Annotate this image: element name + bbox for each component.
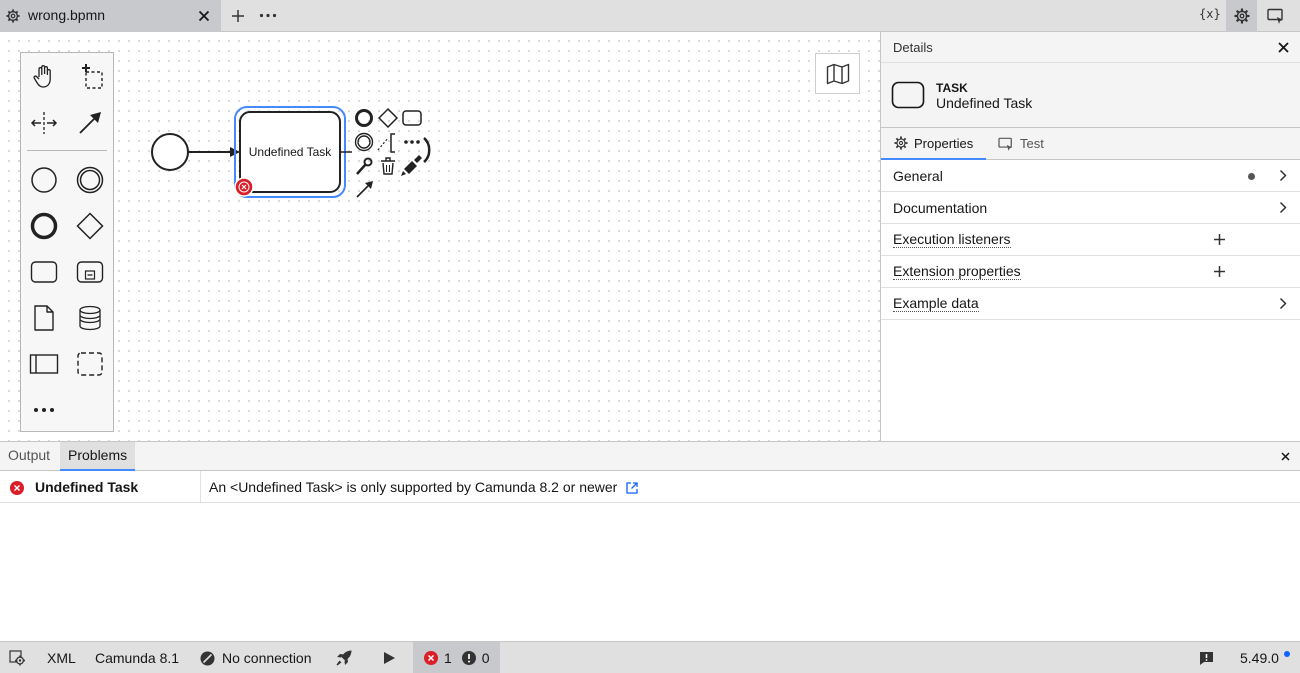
group-execution-listeners-label: Execution listeners: [893, 231, 1011, 248]
warning-icon: [461, 651, 476, 665]
connection-status-label: No connection: [222, 650, 312, 666]
problem-row[interactable]: Undefined Task An <Undefined Task> is on…: [0, 471, 1300, 503]
tab-output[interactable]: Output: [0, 442, 58, 471]
gear-icon: [894, 136, 908, 150]
variables-button[interactable]: {x}: [1199, 7, 1221, 21]
xml-view-button[interactable]: XML: [47, 642, 76, 673]
tab-wrong-bpmn[interactable]: wrong.bpmn: [0, 0, 221, 32]
close-tab-icon[interactable]: [198, 10, 210, 22]
group-documentation[interactable]: Documentation: [881, 192, 1300, 224]
settings-icon: [9, 650, 25, 666]
element-header: TASK Undefined Task: [881, 63, 1300, 128]
append-intermediate-event-icon[interactable]: [354, 132, 374, 152]
bpmn-canvas[interactable]: Undefined Task: [0, 32, 880, 441]
tab-bar: wrong.bpmn {x}: [0, 0, 1300, 32]
properties-panel-button[interactable]: [1226, 0, 1257, 32]
close-details-icon[interactable]: [1278, 42, 1289, 53]
warning-count: 0: [481, 650, 490, 666]
minimap-toggle-button[interactable]: [815, 53, 860, 94]
tab-properties-label: Properties: [914, 135, 974, 151]
group-general[interactable]: General: [881, 160, 1300, 192]
chevron-right-icon: [1279, 201, 1287, 214]
details-header: Details: [881, 32, 1300, 63]
details-title: Details: [893, 40, 933, 55]
external-link-icon[interactable]: [626, 482, 638, 494]
group-documentation-label: Documentation: [893, 200, 988, 216]
group-general-indicator: [1248, 173, 1255, 180]
chevron-right-icon: [1279, 169, 1287, 182]
group-extension-properties[interactable]: Extension properties: [881, 256, 1300, 288]
add-extension-property-icon[interactable]: [1213, 265, 1226, 278]
gear-icon: [1234, 8, 1250, 24]
task-label: Undefined Task: [248, 145, 332, 159]
sequence-flow[interactable]: [188, 147, 240, 157]
problem-message: An <Undefined Task> is only supported by…: [209, 479, 618, 495]
element-name: Undefined Task: [936, 95, 1033, 111]
add-tab-icon[interactable]: [230, 8, 246, 24]
details-panel: Details TASK Undefined Task Properties T…: [880, 32, 1300, 441]
deploy-button[interactable]: [335, 642, 353, 673]
append-gateway-icon[interactable]: [377, 107, 399, 129]
connect-arrow-icon[interactable]: [356, 181, 373, 198]
group-execution-listeners[interactable]: Execution listeners: [881, 224, 1300, 256]
connection-status[interactable]: No connection: [200, 642, 312, 673]
engine-version-button[interactable]: Camunda 8.1: [95, 642, 179, 673]
close-panel-icon[interactable]: [1281, 452, 1290, 461]
add-execution-listener-icon[interactable]: [1213, 233, 1226, 246]
element-type: TASK: [936, 81, 968, 95]
problem-element: Undefined Task: [35, 479, 139, 495]
test-icon: [998, 137, 1013, 151]
color-picker-icon[interactable]: [401, 155, 422, 176]
task-type-icon: [891, 81, 925, 109]
app-version[interactable]: 5.49.0: [1240, 642, 1279, 673]
update-indicator: [1284, 651, 1290, 657]
problem-divider: [200, 471, 201, 503]
error-badge-icon: [234, 177, 254, 197]
settings-button[interactable]: [9, 642, 26, 673]
panel-tabs: Properties Test: [881, 128, 1300, 160]
delete-icon[interactable]: [381, 157, 395, 175]
curly-bracket-icon: [423, 137, 431, 163]
error-count: 1: [444, 650, 452, 666]
bpmn-file-icon: [6, 9, 20, 23]
change-type-wrench-icon[interactable]: [356, 157, 373, 175]
text-annotation-icon[interactable]: [377, 133, 395, 153]
error-icon: [424, 651, 438, 665]
start-event[interactable]: [151, 133, 189, 171]
tab-properties[interactable]: Properties: [881, 128, 986, 160]
no-connection-icon: [200, 651, 215, 665]
map-icon: [826, 63, 849, 84]
tab-test-label: Test: [1020, 136, 1044, 151]
status-bar: XML Camunda 8.1 No connection 1 0 5.49.0: [0, 641, 1300, 673]
start-instance-button[interactable]: [382, 642, 396, 673]
group-general-label: General: [893, 168, 943, 184]
bottom-panel-tabs: Output Problems: [0, 442, 1300, 471]
append-task-icon[interactable]: [402, 110, 422, 126]
chevron-right-icon: [1279, 297, 1287, 310]
group-example-data[interactable]: Example data: [881, 288, 1300, 320]
error-icon: [10, 481, 24, 495]
bottom-panel: Output Problems Undefined Task An <Undef…: [0, 441, 1300, 641]
group-example-data-label: Example data: [893, 295, 979, 312]
play-icon: [384, 652, 395, 664]
tab-test[interactable]: Test: [998, 128, 1044, 159]
feedback-icon: [1200, 651, 1213, 665]
rocket-icon: [336, 650, 352, 666]
bpmn-diagram: [151, 106, 431, 198]
test-panel-icon[interactable]: [1267, 8, 1285, 24]
group-extension-properties-label: Extension properties: [893, 263, 1021, 280]
tab-problems[interactable]: Problems: [60, 442, 136, 471]
more-tabs-icon[interactable]: [259, 13, 277, 18]
context-more-icon[interactable]: [404, 140, 420, 144]
problems-toggle-button[interactable]: 1 0: [413, 642, 500, 673]
append-end-event-icon[interactable]: [355, 109, 373, 127]
context-pad: [340, 107, 431, 198]
tab-title: wrong.bpmn: [28, 7, 106, 23]
feedback-button[interactable]: [1199, 642, 1214, 673]
